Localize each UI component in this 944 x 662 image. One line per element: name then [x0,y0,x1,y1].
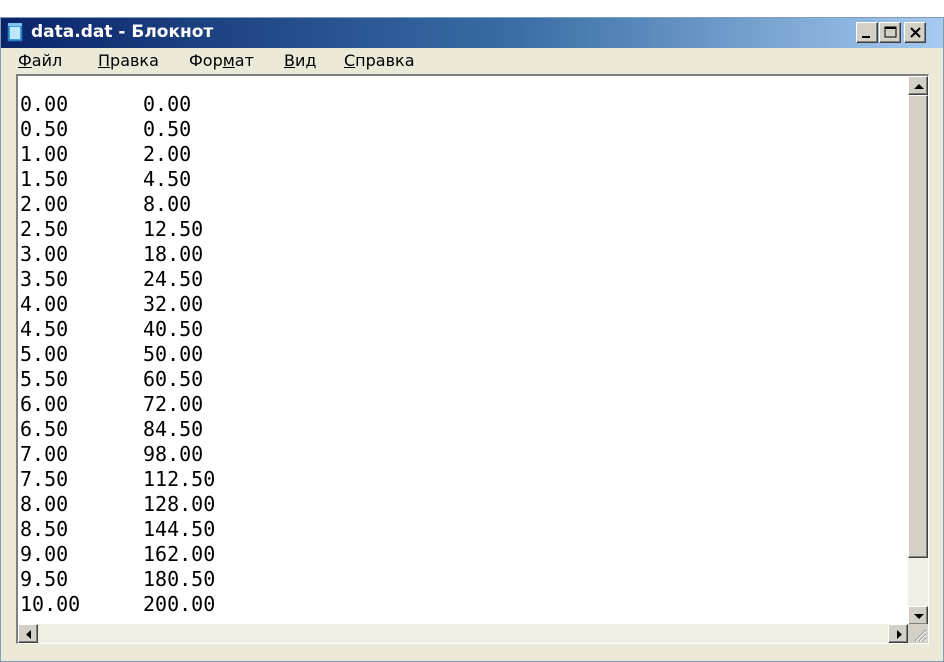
text-line: 9.50 180.50 [20,567,910,592]
horizontal-scrollbar[interactable] [18,624,908,643]
resize-grip-icon [914,629,927,642]
scroll-up-button[interactable] [908,76,928,95]
text-line: 9.00 162.00 [20,542,910,567]
menu-view[interactable]: Вид [284,51,316,71]
text-line: 10.00 200.00 [20,592,910,617]
x-value: 9.00 [20,542,69,566]
text-line: 6.50 84.50 [20,417,910,442]
x-value: 6.50 [20,417,69,441]
scroll-right-button[interactable] [888,624,908,643]
x-value: 3.50 [20,267,69,291]
menu-edit[interactable]: Правка [98,51,159,71]
y-value: 0.00 [143,92,192,116]
vertical-scrollbar[interactable] [908,76,928,625]
arrow-up-icon [914,84,924,89]
y-value: 200.00 [143,592,216,616]
y-value: 32.00 [143,292,204,316]
text-line: 3.50 24.50 [20,267,910,292]
y-value: 4.50 [143,167,192,191]
x-value: 8.00 [20,492,69,516]
x-value: 2.00 [20,192,69,216]
text-line: 0.50 0.50 [20,117,910,142]
scroll-down-button[interactable] [908,606,928,625]
text-line: 2.50 12.50 [20,217,910,242]
y-value: 60.50 [143,367,204,391]
x-value: 5.00 [20,342,69,366]
y-value: 72.00 [143,392,204,416]
text-line: 5.00 50.00 [20,342,910,367]
text-line: 2.00 8.00 [20,192,910,217]
y-value: 0.50 [143,117,192,141]
text-line: 4.00 32.00 [20,292,910,317]
text-line: 1.50 4.50 [20,167,910,192]
text-line: 7.50 112.50 [20,467,910,492]
arrow-left-icon [26,630,31,639]
minimize-icon [862,36,870,38]
vertical-scroll-thumb[interactable] [908,95,928,558]
title-bar[interactable]: data.dat - Блокнот [1,18,943,48]
text-line: 6.00 72.00 [20,392,910,417]
y-value: 112.50 [143,467,216,491]
scroll-left-button[interactable] [18,624,38,643]
x-value: 4.00 [20,292,69,316]
y-value: 144.50 [143,517,216,541]
x-value: 7.50 [20,467,69,491]
text-line: 4.50 40.50 [20,317,910,342]
y-value: 12.50 [143,217,204,241]
y-value: 180.50 [143,567,216,591]
text-line: 8.00 128.00 [20,492,910,517]
minimize-button[interactable] [856,22,878,43]
menu-bar: Файл Правка Формат Вид Справка [1,48,943,74]
close-button[interactable] [904,22,926,43]
x-value: 4.50 [20,317,69,341]
y-value: 162.00 [143,542,216,566]
text-line: 7.00 98.00 [20,442,910,467]
x-value: 0.50 [20,117,69,141]
notepad-window: data.dat - Блокнот Файл Правка Формат Ви… [0,17,944,662]
y-value: 18.00 [143,242,204,266]
text-editor[interactable]: 0.00 0.00 0.50 0.50 1.00 2.00 1.50 4.50 2.00 8.00… [16,74,929,644]
size-grip[interactable] [908,624,928,643]
arrow-right-icon [897,630,902,639]
text-line: 0.00 0.00 [20,92,910,117]
y-value: 128.00 [143,492,216,516]
menu-format[interactable]: Формат [189,51,254,71]
x-value: 2.50 [20,217,69,241]
x-value: 3.00 [20,242,69,266]
notepad-icon[interactable] [7,23,24,42]
y-value: 84.50 [143,417,204,441]
x-value: 1.50 [20,167,69,191]
text-content[interactable]: 0.00 0.00 0.50 0.50 1.00 2.00 1.50 4.50 2.00 8.00… [20,92,910,616]
x-value: 5.50 [20,367,69,391]
close-icon [910,27,921,38]
y-value: 8.00 [143,192,192,216]
text-line: 5.50 60.50 [20,367,910,392]
y-value: 2.00 [143,142,192,166]
window-title: data.dat - Блокнот [31,22,214,42]
x-value: 7.00 [20,442,69,466]
maximize-button[interactable] [879,22,901,43]
x-value: 1.00 [20,142,69,166]
maximize-icon [884,26,897,38]
y-value: 50.00 [143,342,204,366]
x-value: 9.50 [20,567,69,591]
y-value: 40.50 [143,317,204,341]
y-value: 98.00 [143,442,204,466]
x-value: 6.00 [20,392,69,416]
text-line: 8.50 144.50 [20,517,910,542]
menu-file[interactable]: Файл [18,51,62,71]
x-value: 10.00 [20,592,81,616]
x-value: 8.50 [20,517,69,541]
y-value: 24.50 [143,267,204,291]
x-value: 0.00 [20,92,69,116]
text-line: 1.00 2.00 [20,142,910,167]
text-line: 3.00 18.00 [20,242,910,267]
menu-help[interactable]: Справка [344,51,415,71]
